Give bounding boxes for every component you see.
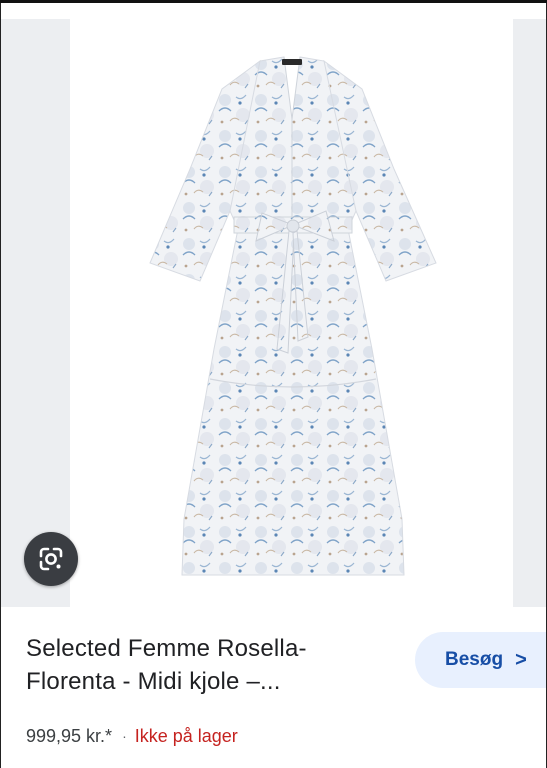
- previous-image-card[interactable]: [0, 19, 70, 607]
- chevron-right-icon: >: [515, 648, 527, 671]
- google-lens-button[interactable]: [24, 532, 78, 586]
- product-title[interactable]: Selected Femme Rosella- Florenta - Midi …: [26, 632, 386, 698]
- product-meta: 999,95 kr.* · Ikke på lager: [26, 724, 238, 748]
- visit-button-label: Besøg: [445, 649, 504, 670]
- product-title-line-2: Florenta - Midi kjole –...: [26, 668, 281, 695]
- stock-status: Ikke på lager: [134, 725, 238, 746]
- google-lens-icon: [39, 547, 63, 571]
- dress-illustration: [149, 56, 437, 576]
- separator-dot: ·: [122, 728, 127, 744]
- product-image[interactable]: [72, 19, 509, 607]
- visit-button[interactable]: Besøg >: [415, 632, 547, 688]
- next-image-card[interactable]: [513, 19, 547, 607]
- frame-left-border: [0, 3, 1, 768]
- product-title-line-1: Selected Femme Rosella-: [26, 635, 307, 662]
- image-carousel[interactable]: [0, 3, 547, 607]
- price: 999,95 kr.*: [26, 725, 113, 746]
